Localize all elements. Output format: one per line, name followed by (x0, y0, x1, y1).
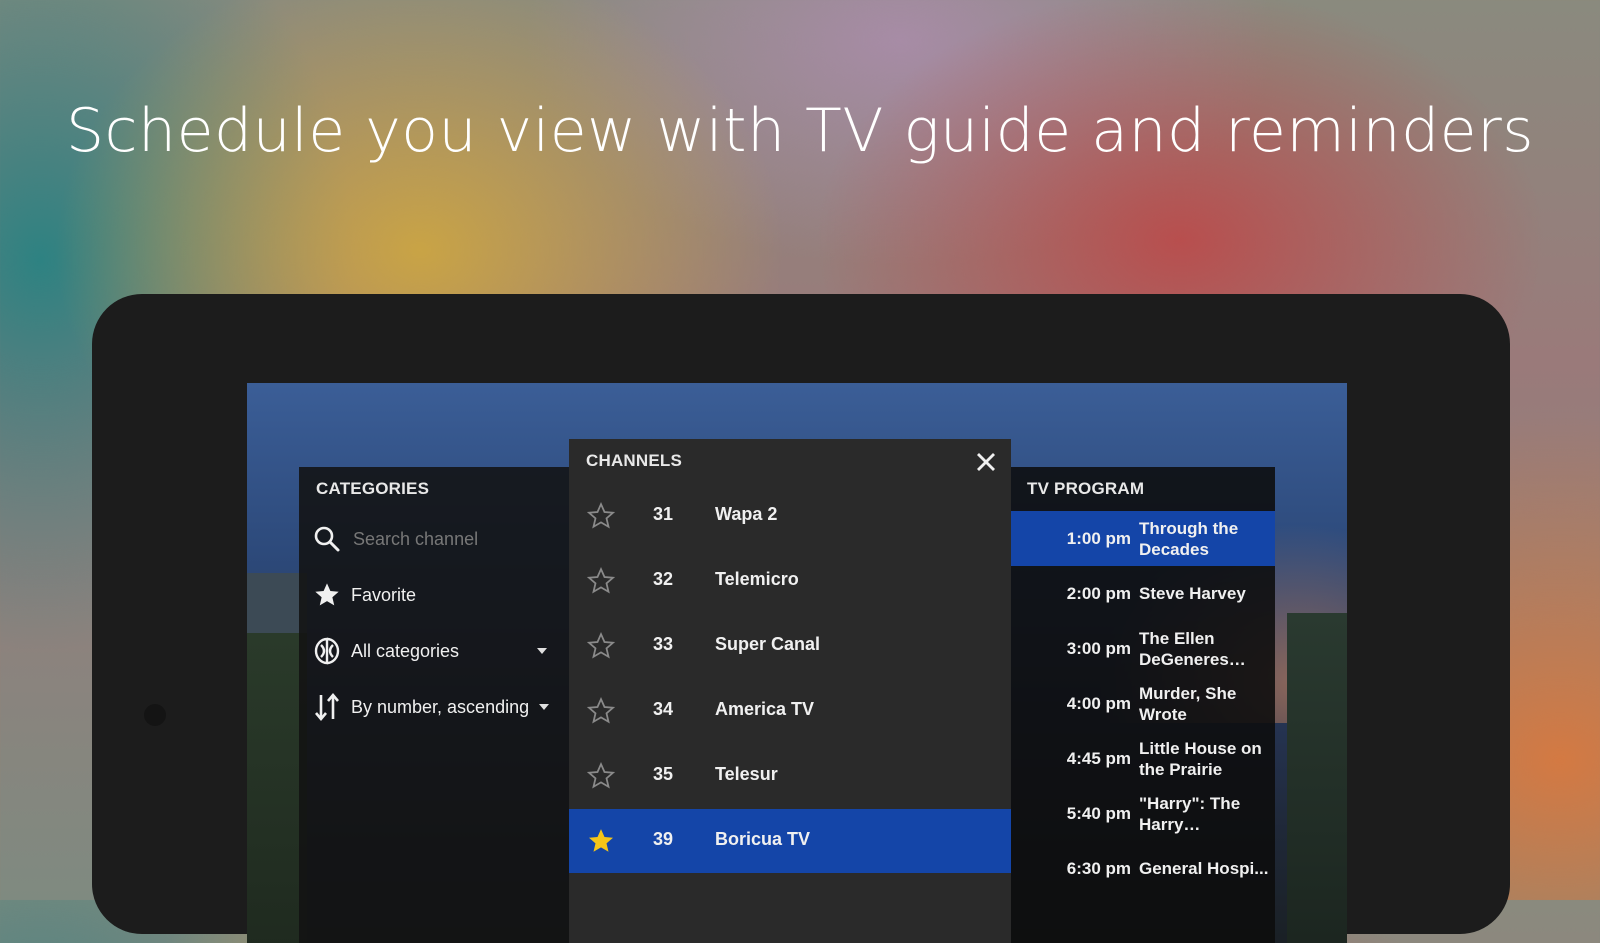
channel-number: 33 (653, 634, 674, 654)
camera-dot (144, 704, 166, 726)
channel-name: Super Canal (715, 634, 821, 654)
channel-name: Telesur (715, 764, 778, 784)
headline: Schedule you view with TV guide and remi… (65, 96, 1535, 166)
channel-number: 34 (653, 699, 674, 719)
category-dropdown[interactable]: All categories (311, 631, 561, 671)
program-title: Murder, She Wrote (1139, 683, 1237, 724)
program-title: Little House on the Prairie (1139, 738, 1262, 779)
program-title: Steve Harvey (1139, 584, 1246, 603)
channel-row[interactable]: 35 Telesur (569, 744, 1011, 808)
program-row[interactable]: 4:45 pm Little House on the Prairie (1011, 731, 1275, 786)
search-icon (311, 523, 343, 555)
program-title: "Harry": The Harry Connick... (1139, 793, 1241, 834)
program-title: The Ellen DeGeneres Sh... (1139, 628, 1229, 669)
background-trees-left (247, 633, 307, 943)
star-outline-icon[interactable] (585, 761, 617, 791)
categories-icon (311, 635, 343, 667)
program-time: 1:00 pm (1066, 528, 1131, 548)
chevron-down-icon (539, 704, 549, 710)
program-time: 4:00 pm (1066, 693, 1131, 713)
channel-row[interactable]: 31 Wapa 2 (569, 484, 1011, 548)
chevron-down-icon (537, 648, 547, 654)
tablet-screen: CATEGORIES Favorite All categories (247, 383, 1347, 943)
channel-name: America TV (715, 699, 815, 719)
channel-name: Telemicro (715, 569, 799, 589)
program-row[interactable]: 6:30 pm General Hospi... (1011, 841, 1275, 896)
close-button[interactable] (971, 447, 1001, 477)
channel-number: 31 (653, 504, 674, 524)
sort-label: By number, ascending (351, 696, 530, 717)
tablet-frame: CATEGORIES Favorite All categories (92, 294, 1510, 943)
channel-name: Wapa 2 (715, 504, 778, 524)
star-outline-icon[interactable] (585, 501, 617, 531)
favorite-label: Favorite (351, 584, 417, 605)
categories-title: CATEGORIES (316, 479, 430, 498)
channels-title: CHANNELS (586, 451, 683, 470)
star-icon (311, 579, 343, 611)
channel-number: 35 (653, 764, 674, 784)
program-title: General Hospi... (1139, 859, 1269, 878)
channel-row[interactable]: 32 Telemicro (569, 549, 1011, 613)
star-outline-icon[interactable] (585, 566, 617, 596)
tv-program-panel: TV PROGRAM 1:00 pm Through the Decades 2… (1011, 467, 1275, 943)
program-row-selected[interactable]: 1:00 pm Through the Decades (1011, 511, 1275, 566)
channel-number: 32 (653, 569, 674, 589)
search-row[interactable] (311, 519, 561, 559)
program-row[interactable]: 5:40 pm "Harry": The Harry Connick... (1011, 786, 1275, 841)
categories-panel: CATEGORIES Favorite All categories (299, 467, 569, 943)
all-categories-label: All categories (351, 640, 460, 661)
star-filled-icon[interactable] (585, 826, 617, 856)
sort-dropdown[interactable]: By number, ascending (311, 687, 561, 727)
channel-row-selected[interactable]: 39 Boricua TV (569, 809, 1011, 873)
channels-panel: CHANNELS 31 Wapa 2 32 Telemicro 33 Super… (569, 439, 1011, 943)
program-time: 6:30 pm (1066, 858, 1131, 878)
channel-row[interactable]: 34 America TV (569, 679, 1011, 743)
program-title: Through the Decades (1139, 518, 1239, 559)
channel-row[interactable]: 33 Super Canal (569, 614, 1011, 678)
program-time: 4:45 pm (1066, 748, 1131, 768)
favorite-filter[interactable]: Favorite (311, 575, 561, 615)
star-outline-icon[interactable] (585, 696, 617, 726)
star-outline-icon[interactable] (585, 631, 617, 661)
program-row[interactable]: 3:00 pm The Ellen DeGeneres Sh... (1011, 621, 1275, 676)
tv-program-title: TV PROGRAM (1027, 479, 1145, 498)
program-row[interactable]: 4:00 pm Murder, She Wrote (1011, 676, 1275, 731)
channel-name: Boricua TV (715, 829, 811, 849)
sort-icon (311, 691, 343, 723)
program-time: 5:40 pm (1066, 803, 1131, 823)
program-row[interactable]: 2:00 pm Steve Harvey (1011, 566, 1275, 621)
search-input[interactable] (351, 527, 545, 551)
program-time: 3:00 pm (1066, 638, 1131, 658)
channel-number: 39 (653, 829, 674, 849)
background-trees-right (1287, 613, 1347, 943)
close-icon (977, 453, 995, 471)
program-time: 2:00 pm (1066, 583, 1131, 603)
